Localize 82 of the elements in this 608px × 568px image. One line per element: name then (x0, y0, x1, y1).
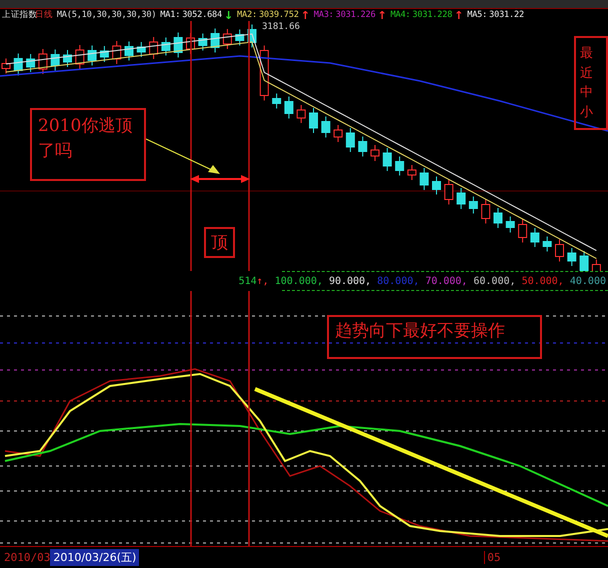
candlestick (50, 49, 60, 71)
candlestick (248, 24, 256, 48)
candlestick (580, 250, 589, 271)
annotation-box: 2010你逃顶了吗 (30, 108, 146, 181)
ma-value: 3031.22 (489, 10, 524, 20)
candlestick (346, 128, 355, 152)
price-label: 3181.66 (262, 22, 300, 32)
ma-value: 3031.226 (336, 10, 376, 20)
period-label: 日线 (35, 9, 53, 21)
indicator-reading: 514 (238, 276, 257, 286)
candlestick (309, 108, 318, 134)
level-value: 80.000, (377, 276, 420, 286)
level-value: 60.000, (474, 276, 516, 286)
candlestick (63, 50, 72, 68)
ma-params: MA(5,10,30,30,30,30) (56, 10, 156, 20)
candlestick (38, 48, 48, 74)
level-value: 100.000, (274, 276, 323, 286)
candlestick (432, 176, 441, 195)
ma-value: 3052.684 (182, 10, 222, 20)
candlestick (420, 168, 429, 190)
level-value: 90.000, (328, 276, 372, 286)
candlestick (407, 164, 416, 180)
annotation-box: 顶 (204, 227, 235, 258)
candlestick (481, 199, 490, 224)
candlestick (518, 219, 528, 243)
cursor-date: 2010/03/26(五) (50, 548, 140, 566)
candlestick (334, 124, 343, 142)
candlestick (284, 96, 294, 119)
candlestick (100, 46, 109, 62)
candlestick (494, 208, 502, 228)
candlestick (567, 248, 576, 266)
candlestick (370, 144, 380, 162)
candlestick (88, 45, 97, 66)
trend-arrow: ↑ (454, 10, 464, 20)
date-label: 2010/03 (4, 550, 50, 564)
annotation-box: 最近中小 (574, 36, 608, 130)
ma-label: MA5: (467, 10, 488, 20)
candlestick (542, 236, 552, 252)
candlestick (186, 32, 195, 54)
candlestick (75, 44, 84, 70)
candlestick (222, 28, 232, 50)
candlestick (358, 136, 368, 157)
month-label: 05 (484, 550, 501, 564)
ma-value: 3039.752 (258, 10, 299, 20)
trend-arrow: ↓ (224, 10, 234, 20)
candlestick (26, 54, 36, 72)
candlestick (112, 40, 122, 64)
candlestick (444, 179, 454, 205)
candlestick (161, 37, 170, 56)
candlestick (296, 104, 306, 124)
candlestick (592, 259, 601, 271)
trend-arrow: ↑ (377, 10, 386, 20)
candlestick (321, 116, 330, 138)
trend-arrow: ↑ (300, 10, 310, 20)
candlestick (382, 148, 392, 172)
candlestick (124, 41, 134, 61)
candlestick (468, 196, 478, 214)
candlestick (174, 32, 183, 58)
candlestick (395, 156, 404, 176)
candlestick (136, 42, 146, 58)
trend-arrow: ↑, (256, 276, 269, 286)
candlestick (235, 29, 244, 46)
candlestick (530, 228, 540, 248)
level-value: 40.000 (570, 276, 606, 286)
ma-value: 3031.228 (412, 10, 452, 20)
candlestick (555, 239, 564, 262)
ma-label: MA4: (390, 10, 410, 20)
candlestick (272, 93, 282, 109)
candlestick (149, 36, 158, 60)
candlestick (14, 53, 23, 76)
ma-label: MA2: (237, 10, 257, 20)
level-value: 50.000, (522, 276, 564, 286)
candlestick (506, 216, 515, 233)
index-name: 上证指数 (2, 9, 38, 21)
range-arrow (190, 175, 250, 183)
ma-label: MA1: (160, 10, 180, 20)
candlestick (198, 33, 208, 51)
level-value: 70.000, (425, 276, 468, 286)
candlestick (210, 28, 220, 53)
candlestick (456, 188, 466, 210)
ma-label: MA3: (314, 10, 334, 20)
annotation-box: 趋势向下最好不要操作 (327, 315, 542, 359)
